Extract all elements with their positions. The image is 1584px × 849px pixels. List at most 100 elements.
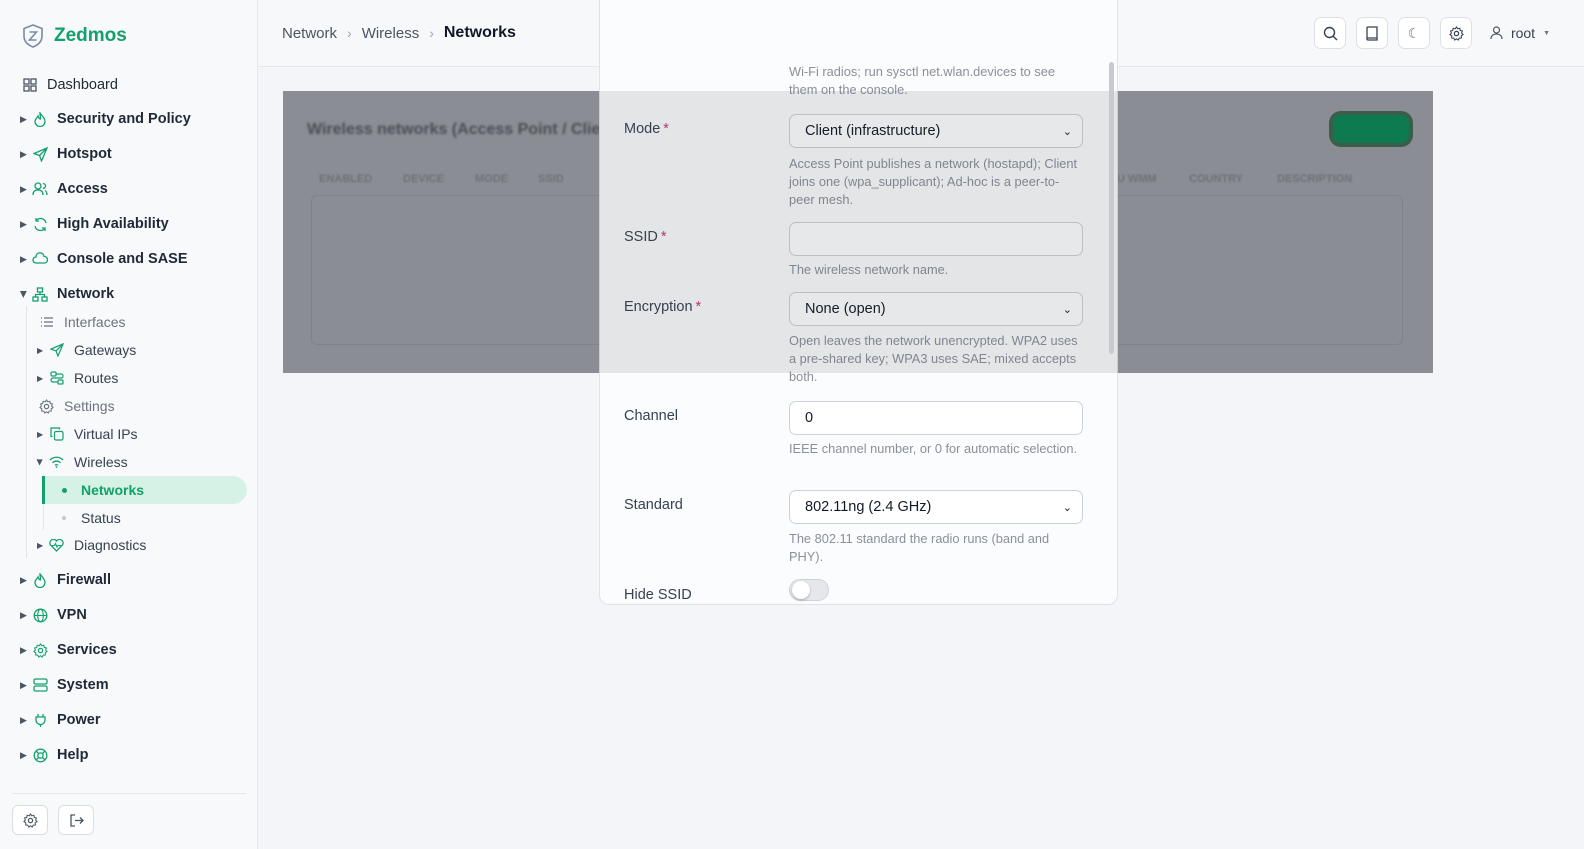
sidebar-item-firewall[interactable]: ▶ Firewall	[0, 565, 258, 595]
sidebar-item-networks[interactable]: Networks	[0, 477, 240, 503]
column-header: DESCRIPTION	[1277, 173, 1353, 185]
server-icon	[32, 677, 48, 693]
search-button[interactable]	[1314, 17, 1346, 49]
encryption-label: Encryption *	[624, 299, 702, 315]
channel-value: 0	[805, 410, 814, 426]
list-icon	[39, 315, 54, 330]
sidebar-item-label: System	[57, 677, 109, 693]
chevron-right-icon: ›	[429, 25, 434, 41]
settings-button[interactable]	[1440, 17, 1472, 49]
modal-scrollbar[interactable]	[1109, 62, 1114, 354]
sidebar-item-label: Interfaces	[64, 314, 126, 330]
user-menu[interactable]: root ▼	[1490, 25, 1550, 41]
sidebar-item-label: Services	[57, 642, 117, 658]
sidebar-item-label: Wireless	[74, 454, 128, 470]
sidebar: Zedmos Dashboard ▶ Security and Policy ▶…	[0, 0, 258, 849]
flame-icon	[32, 572, 48, 588]
breadcrumb-current: Networks	[443, 24, 516, 41]
ssid-help: The wireless network name.	[789, 262, 949, 277]
column-header: SSID	[538, 173, 564, 185]
network-icon	[32, 286, 48, 302]
ssid-label: SSID *	[624, 229, 667, 245]
chevron-down-icon: ▶	[18, 290, 29, 298]
sidebar-item-wireless[interactable]: ▶ Wireless	[0, 449, 220, 475]
mode-select[interactable]: Client (infrastructure) ⌄	[789, 114, 1083, 148]
chevron-right-icon: ▶	[37, 373, 44, 383]
sidebar-item-vpn[interactable]: ▶ VPN	[0, 600, 258, 630]
gear-icon	[39, 398, 54, 414]
sidebar-item-virtual-ips[interactable]: ▶ Virtual IPs	[0, 421, 220, 447]
hide-ssid-label: Hide SSID	[624, 587, 692, 603]
brand-name: Zedmos	[54, 25, 127, 46]
sidebar-item-diagnostics[interactable]: ▶ Diagnostics	[0, 532, 220, 558]
mode-help: Access Point publishes a network (hostap…	[789, 156, 1078, 207]
chevron-right-icon: ▶	[20, 574, 27, 585]
logout-button[interactable]	[58, 805, 94, 835]
sidebar-item-high-availability[interactable]: ▶ High Availability	[0, 209, 258, 239]
heart-icon	[49, 538, 64, 553]
plug-icon	[32, 712, 48, 728]
cloud-icon	[32, 251, 48, 267]
sidebar-item-hotspot[interactable]: ▶ Hotspot	[0, 139, 258, 169]
chevron-right-icon: ▶	[20, 644, 27, 655]
sidebar-item-label: Diagnostics	[74, 537, 147, 553]
gear-icon	[22, 812, 38, 828]
sidebar-item-settings[interactable]: Settings	[0, 393, 220, 419]
chevron-right-icon: ›	[347, 25, 352, 41]
sidebar-item-label: Networks	[81, 482, 145, 498]
send-icon	[32, 146, 48, 162]
chevron-right-icon: ▶	[20, 609, 27, 620]
mode-label: Mode *	[624, 121, 669, 137]
ssid-input[interactable]	[789, 222, 1083, 256]
standard-label: Standard	[624, 497, 683, 513]
toggle-knob	[792, 581, 810, 599]
channel-input[interactable]: 0	[789, 401, 1083, 435]
globe-icon	[32, 607, 48, 623]
sidebar-item-security[interactable]: ▶ Security and Policy	[0, 104, 258, 134]
book-icon	[1366, 25, 1378, 41]
sidebar-item-routes[interactable]: ▶ Routes	[0, 365, 220, 391]
sidebar-item-label: Gateways	[74, 342, 137, 358]
copy-icon	[49, 427, 64, 442]
sidebar-item-help[interactable]: ▶ Help	[0, 740, 258, 770]
sidebar-item-label: Hotspot	[57, 146, 112, 162]
sidebar-item-label: Virtual IPs	[74, 426, 138, 442]
chevron-right-icon: ▶	[20, 679, 27, 690]
caret-down-icon: ▼	[1543, 29, 1550, 37]
sidebar-item-services[interactable]: ▶ Services	[0, 635, 258, 665]
sidebar-item-status[interactable]: Status	[0, 505, 220, 531]
moon-icon: ☾	[1407, 24, 1421, 41]
flame-icon	[32, 111, 48, 127]
sidebar-item-power[interactable]: ▶ Power	[0, 705, 258, 735]
brand[interactable]: Zedmos	[22, 24, 127, 48]
dot-icon	[62, 487, 67, 493]
refresh-icon	[32, 216, 48, 232]
sidebar-item-interfaces[interactable]: Interfaces	[0, 309, 220, 335]
encryption-select[interactable]: None (open) ⌄	[789, 292, 1083, 326]
sidebar-item-label: VPN	[57, 607, 87, 623]
sidebar-item-label: Help	[57, 747, 89, 763]
standard-select[interactable]: 802.11ng (2.4 GHz) ⌄	[789, 490, 1083, 524]
settings-button[interactable]	[12, 805, 48, 835]
channel-help: IEEE channel number, or 0 for automatic …	[789, 441, 1078, 456]
sidebar-item-label: Power	[57, 712, 101, 728]
sidebar-item-label: Access	[57, 181, 108, 197]
route-icon	[49, 371, 64, 386]
breadcrumb-wireless[interactable]: Wireless	[362, 25, 420, 42]
sidebar-item-console-sase[interactable]: ▶ Console and SASE	[0, 244, 258, 274]
hide-ssid-toggle[interactable]	[789, 579, 829, 601]
sidebar-item-gateways[interactable]: ▶ Gateways	[0, 337, 220, 363]
breadcrumb-network[interactable]: Network	[282, 25, 337, 42]
add-network-button[interactable]	[1333, 115, 1409, 143]
chevron-down-icon: ⌄	[1062, 502, 1072, 514]
user-icon	[1490, 26, 1503, 40]
sidebar-item-network[interactable]: ▶ Network	[0, 279, 258, 309]
theme-toggle-button[interactable]: ☾	[1398, 17, 1430, 49]
sidebar-item-system[interactable]: ▶ System	[0, 670, 258, 700]
user-name: root	[1510, 25, 1536, 41]
sidebar-item-label: Security and Policy	[57, 111, 191, 127]
docs-button[interactable]	[1356, 17, 1388, 49]
sidebar-item-access[interactable]: ▶ Access	[0, 174, 258, 204]
sidebar-item-dashboard[interactable]: Dashboard	[0, 70, 258, 100]
users-icon	[32, 181, 48, 197]
